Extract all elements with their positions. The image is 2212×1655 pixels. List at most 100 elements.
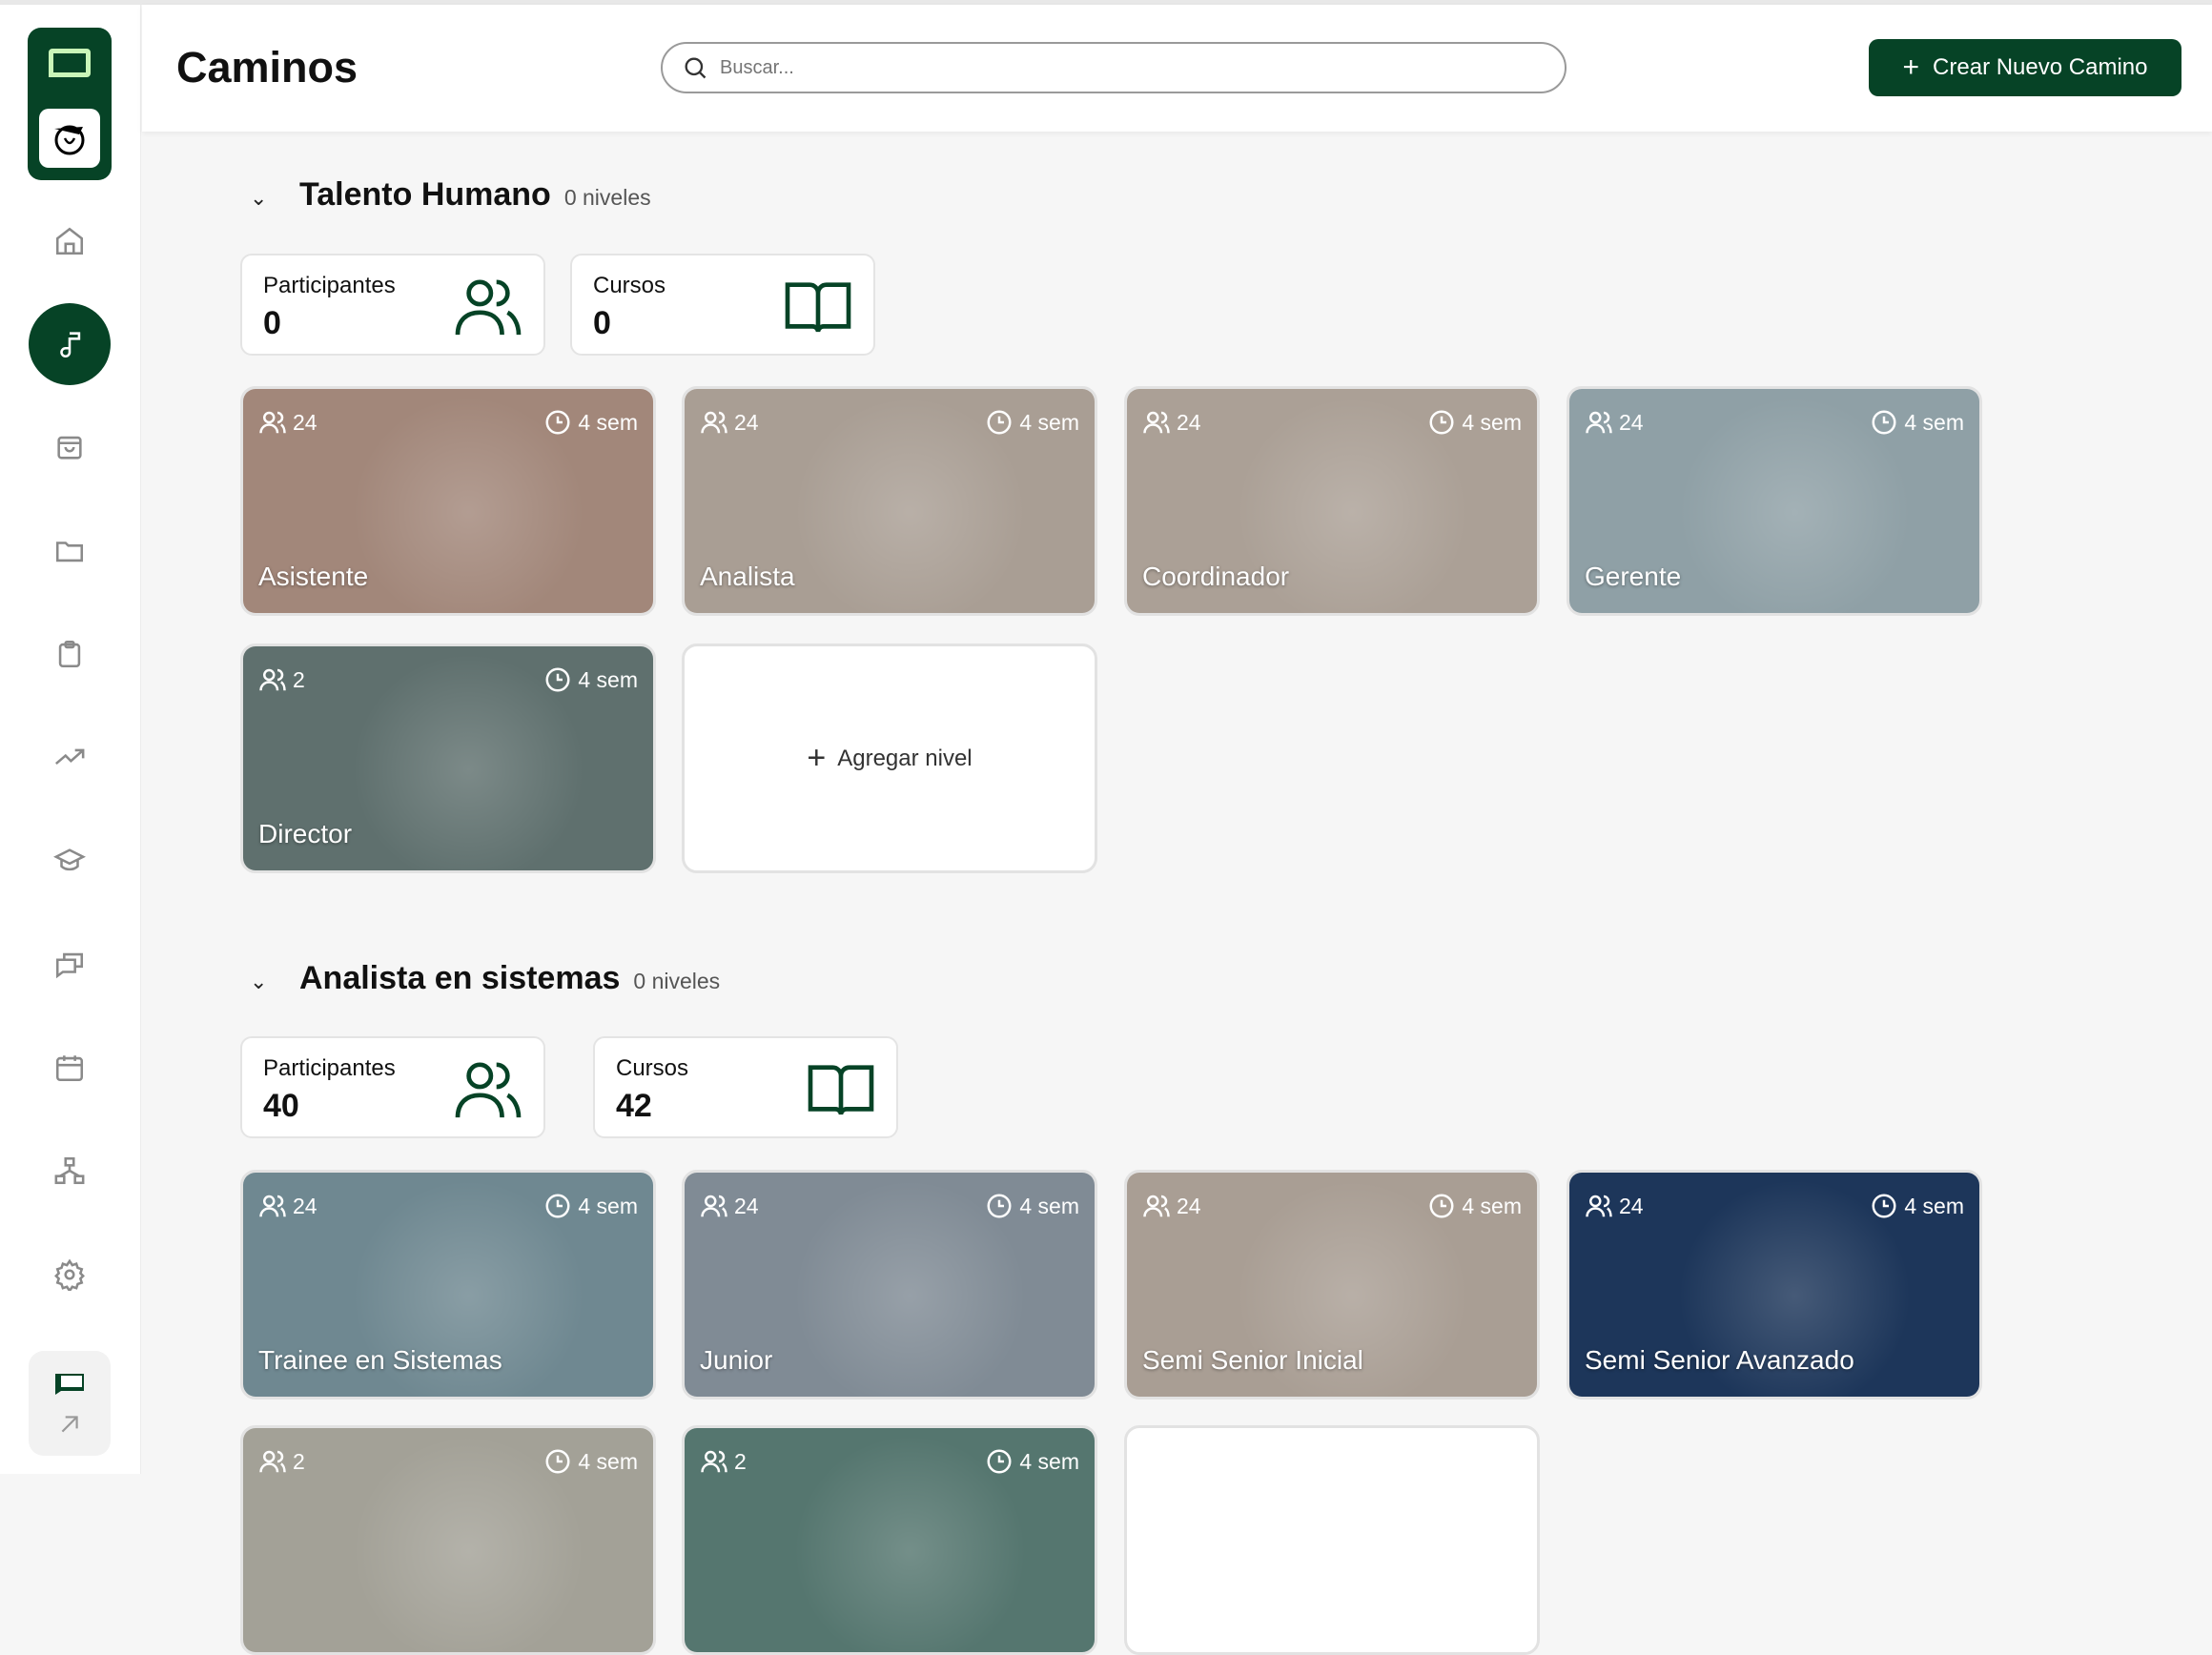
users-icon [454, 276, 522, 337]
calendar-icon [53, 1052, 86, 1084]
nav-hierarchy[interactable] [29, 1130, 111, 1212]
section-header[interactable]: ⌄Talento Humano0 niveles [250, 176, 651, 214]
clock-icon [1870, 1192, 1898, 1220]
level-name: Analista [700, 562, 795, 592]
nav-messages[interactable] [29, 923, 111, 1005]
level-card[interactable]: 24 4 sem Coordinador [1124, 386, 1540, 616]
nav-folder[interactable] [29, 510, 111, 592]
duration-text: 4 sem [578, 667, 638, 693]
participants-count: 24 [1619, 1194, 1644, 1219]
level-card[interactable]: 244 semSemi Senior Inicial [1124, 1170, 1540, 1400]
messages-icon [53, 948, 86, 980]
users-icon [258, 408, 287, 437]
hierarchy-icon [53, 1154, 86, 1187]
create-path-button[interactable]: +Crear Nuevo Camino [1869, 39, 2181, 96]
clock-icon [985, 408, 1014, 437]
level-card[interactable]: 244 semAsistente [240, 386, 656, 616]
duration-text: 4 sem [1019, 410, 1079, 436]
duration-badge: 4 sem [543, 1192, 638, 1220]
participants-stat: Participantes40 [240, 1036, 545, 1138]
duration-text: 4 sem [578, 1449, 638, 1475]
add-level-button[interactable] [1124, 1425, 1540, 1655]
participants-badge: 24 [1142, 1192, 1201, 1220]
level-name: Junior [700, 1345, 772, 1376]
duration-badge: 4 sem [543, 408, 638, 437]
clock-icon [543, 1447, 572, 1476]
participants-badge: 24 [1585, 408, 1644, 437]
duration-badge: 4 sem [543, 1447, 638, 1476]
create-path-label: Crear Nuevo Camino [1933, 54, 2147, 81]
level-name: Semi Senior Inicial [1142, 1345, 1363, 1376]
duration-badge: 4 sem [985, 1192, 1079, 1220]
trending-up-icon [53, 741, 86, 773]
chevron-down-icon[interactable]: ⌄ [250, 186, 278, 211]
add-level-label: Agregar nivel [837, 746, 972, 772]
duration-badge: 4 sem [1427, 408, 1522, 437]
participants-badge: 24 [1585, 1192, 1644, 1220]
levels-count: 0 niveles [564, 185, 651, 211]
level-name: Director [258, 819, 352, 849]
participants-count: 2 [293, 1449, 305, 1475]
participants-stat: Participantes0 [240, 254, 545, 356]
search-input[interactable] [720, 57, 1530, 79]
participants-count: 24 [293, 410, 317, 436]
participants-badge: 24 [1142, 408, 1201, 437]
level-card[interactable]: 244 semSemi Senior Avanzado [1567, 1170, 1982, 1400]
users-icon [700, 1447, 728, 1476]
clock-icon [1870, 408, 1898, 437]
chevron-down-icon[interactable]: ⌄ [250, 970, 278, 994]
clock-icon [1427, 1192, 1456, 1220]
level-card[interactable]: 24 4 sem Analista [682, 386, 1097, 616]
level-card[interactable]: 24 4 sem Trainee en Sistemas [240, 1170, 656, 1400]
duration-text: 4 sem [1904, 410, 1964, 436]
users-icon [1142, 408, 1171, 437]
courses-stat: Cursos0 [570, 254, 875, 356]
clock-icon [1427, 408, 1456, 437]
users-icon [1585, 1192, 1613, 1220]
participants-count: 24 [734, 410, 759, 436]
level-name: Gerente [1585, 562, 1681, 592]
nav-clipboard[interactable] [29, 613, 111, 695]
duration-badge: 4 sem [985, 1447, 1079, 1476]
nav-shop[interactable] [29, 406, 111, 488]
nav-home[interactable] [29, 200, 111, 282]
participants-badge: 2 [258, 665, 305, 694]
duration-text: 4 sem [1462, 410, 1522, 436]
plus-icon: + [807, 740, 826, 777]
users-icon [700, 1192, 728, 1220]
nav-courses[interactable] [29, 820, 111, 902]
level-name: Semi Senior Avanzado [1585, 1345, 1854, 1376]
section-header[interactable]: ⌄Analista en sistemas0 niveles [250, 960, 720, 997]
level-card[interactable]: 2 4 sem Director [240, 644, 656, 873]
participants-count: 24 [1177, 1194, 1201, 1219]
level-card[interactable]: 24 4 sem Gerente [1567, 386, 1982, 616]
nav-analytics[interactable] [29, 716, 111, 798]
clock-icon [985, 1192, 1014, 1220]
level-card[interactable]: 2 4 sem [682, 1425, 1097, 1655]
search-bar[interactable] [661, 42, 1567, 93]
gear-icon [53, 1258, 86, 1291]
level-name: Coordinador [1142, 562, 1289, 592]
participants-badge: 2 [700, 1447, 747, 1476]
nav-paths[interactable] [29, 303, 111, 385]
participants-count: 2 [293, 667, 305, 693]
level-card[interactable]: 2 4 sem [240, 1425, 656, 1655]
clock-icon [543, 1192, 572, 1220]
nav-calendar[interactable] [29, 1027, 111, 1109]
participants-count: 24 [293, 1194, 317, 1219]
duration-badge: 4 sem [543, 665, 638, 694]
clock-icon [543, 665, 572, 694]
users-icon [1142, 1192, 1171, 1220]
arrow-up-right-icon [57, 1412, 82, 1437]
graduation-cap-icon [53, 845, 86, 877]
level-name: Trainee en Sistemas [258, 1345, 502, 1376]
nav-settings[interactable] [29, 1234, 111, 1316]
app-logo[interactable] [28, 28, 112, 180]
participants-count: 24 [1619, 410, 1644, 436]
duration-text: 4 sem [1019, 1194, 1079, 1219]
level-card[interactable]: 244 semJunior [682, 1170, 1097, 1400]
participants-badge: 24 [258, 1192, 317, 1220]
add-level-button[interactable]: + Agregar nivel [682, 644, 1097, 873]
book-open-icon [784, 276, 852, 337]
expand-sidebar-button[interactable] [29, 1351, 111, 1456]
